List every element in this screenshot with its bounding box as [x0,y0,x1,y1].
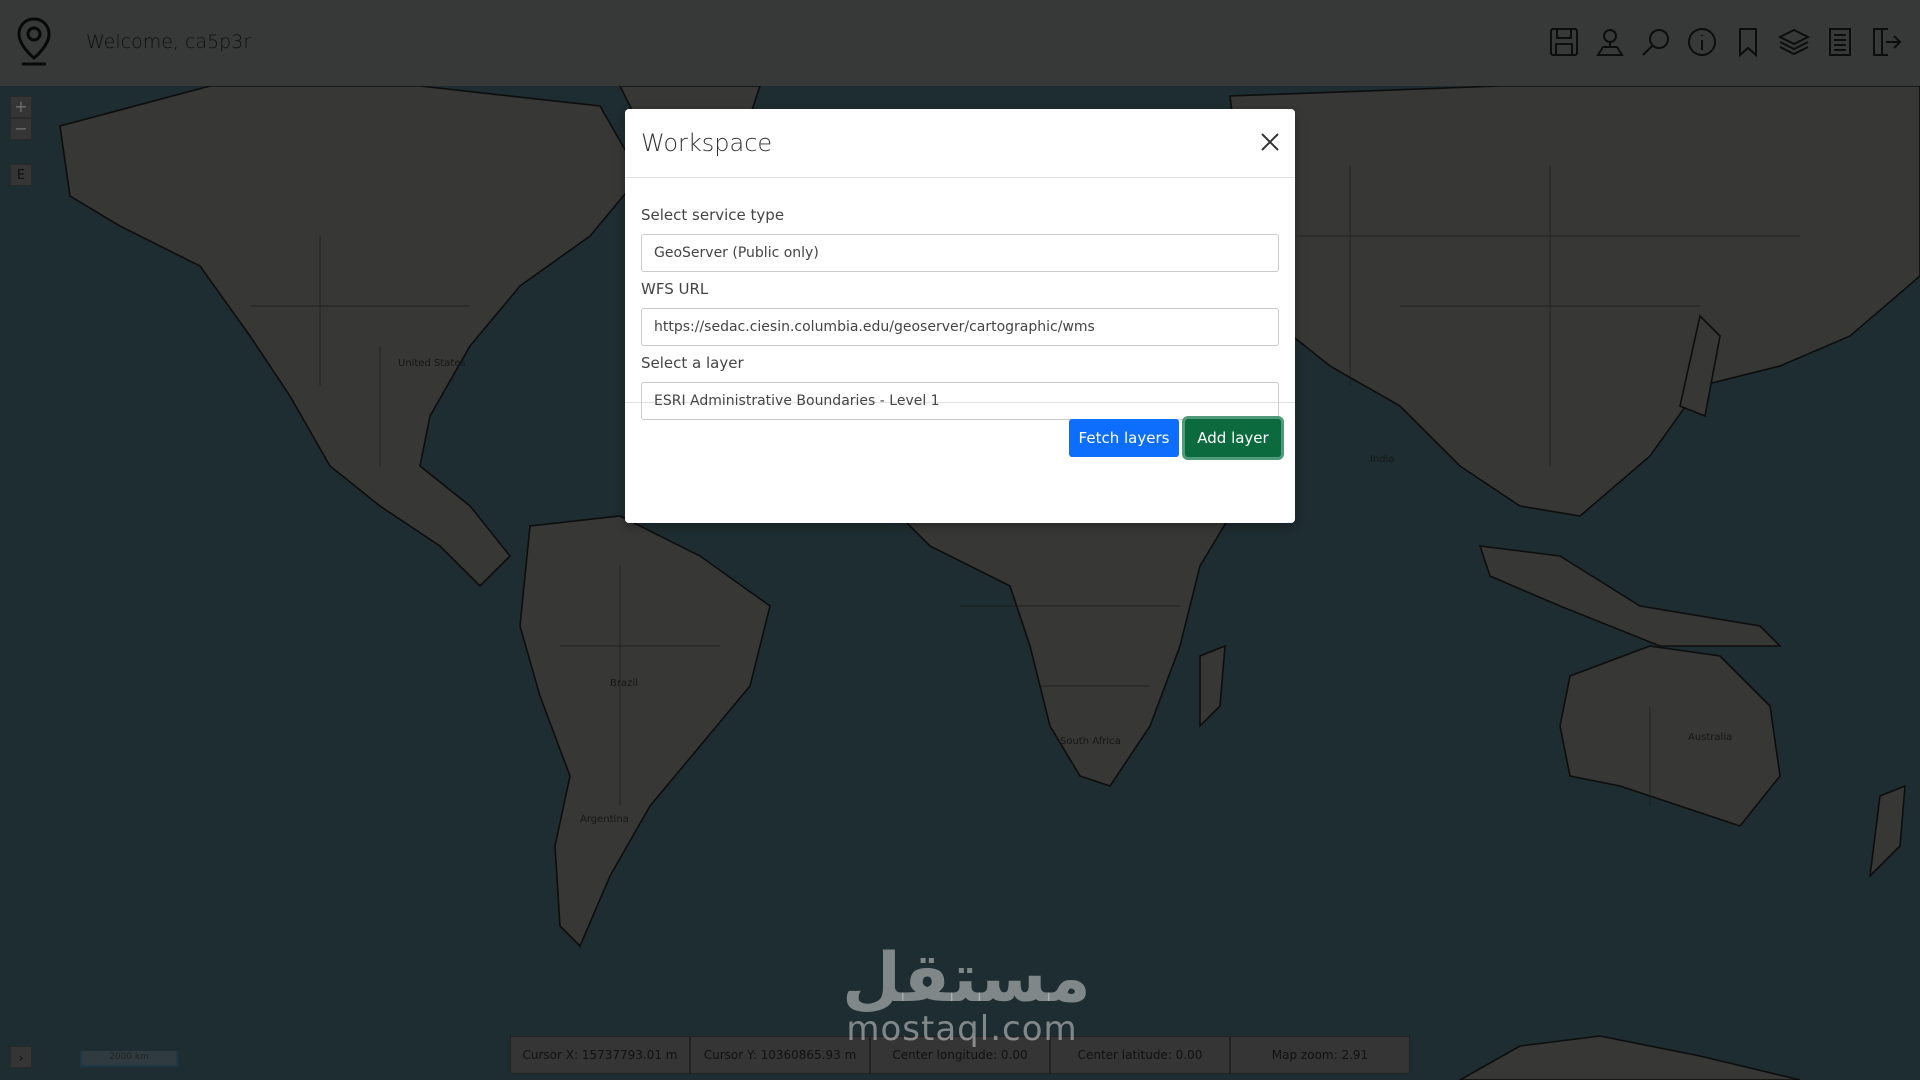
landmass-madagascar [1199,644,1226,728]
modal-title: Workspace [641,129,773,157]
location-pin-logo-icon[interactable] [16,16,52,70]
modal-footer: Fetch layers Add layer [625,403,1295,473]
wfs-url-input[interactable]: https://sedac.ciesin.columbia.edu/geoser… [641,308,1279,346]
fetch-layers-button[interactable]: Fetch layers [1069,419,1179,457]
overview-toggle-button[interactable]: › [10,1046,32,1068]
logout-button[interactable] [1870,26,1902,58]
user-location-button[interactable] [1594,26,1626,58]
modal-header: Workspace [625,109,1295,178]
list-button[interactable] [1824,26,1856,58]
map-label-argentina: Argentina [580,814,629,825]
save-button[interactable] [1548,26,1580,58]
zoom-out-button[interactable]: − [10,118,32,140]
modal-body: Select service type GeoServer (Public on… [625,178,1295,420]
map-label-australia: Australia [1688,732,1732,743]
info-icon [1688,28,1716,56]
list-icon [1829,28,1851,56]
layers-icon [1778,28,1810,56]
add-layer-button[interactable]: Add layer [1185,419,1281,457]
toolbar [1548,26,1902,58]
zoom-control: + − [10,96,32,140]
scale-bar: 2000 km [80,1051,178,1067]
top-header: Welcome, ca5p3r [0,0,1920,86]
map-label-brazil: Brazil [610,678,638,689]
layers-button[interactable] [1778,26,1810,58]
landmass-new-zealand [1868,784,1906,879]
workspace-modal: Workspace Select service type GeoServer … [625,109,1295,523]
map-label-south-africa: South Africa [1060,736,1121,747]
landmass-antarctica [1458,1035,1801,1080]
bookmark-icon [1739,28,1757,58]
search-button[interactable] [1640,26,1672,58]
watermark-arabic: مستقل [842,939,1091,1018]
map-label-united-states: United States [398,358,466,369]
map-pin-user-icon [1596,29,1624,56]
service-type-label: Select service type [641,206,785,224]
close-icon [1261,133,1279,151]
info-button[interactable] [1686,26,1718,58]
watermark: مستقل mostaql.com [842,939,1091,1049]
save-icon [1550,28,1578,56]
zoom-in-button[interactable]: + [10,96,32,118]
service-type-select[interactable]: GeoServer (Public only) [641,234,1279,272]
welcome-text: Welcome, ca5p3r [86,31,252,53]
bookmark-button[interactable] [1732,26,1764,58]
search-icon [1642,29,1669,56]
map-zoom-readout: Map zoom: 2.91 [1230,1036,1410,1074]
landmass-australia [1559,645,1781,827]
wfs-url-label: WFS URL [641,280,709,298]
cursor-x-readout: Cursor X: 15737793.01 m [510,1036,690,1074]
close-button[interactable] [1259,131,1281,153]
zoom-extent-button[interactable]: E [10,164,32,186]
landmass-north-america [59,86,641,588]
watermark-latin: mostaql.com [846,1009,1078,1049]
layer-label: Select a layer [641,354,744,372]
landmass-eurasia [1229,86,1920,517]
landmass-south-america [519,515,771,948]
landmass-se-asia [1478,545,1782,647]
map-label-india: India [1370,454,1395,465]
logout-icon [1873,28,1902,56]
